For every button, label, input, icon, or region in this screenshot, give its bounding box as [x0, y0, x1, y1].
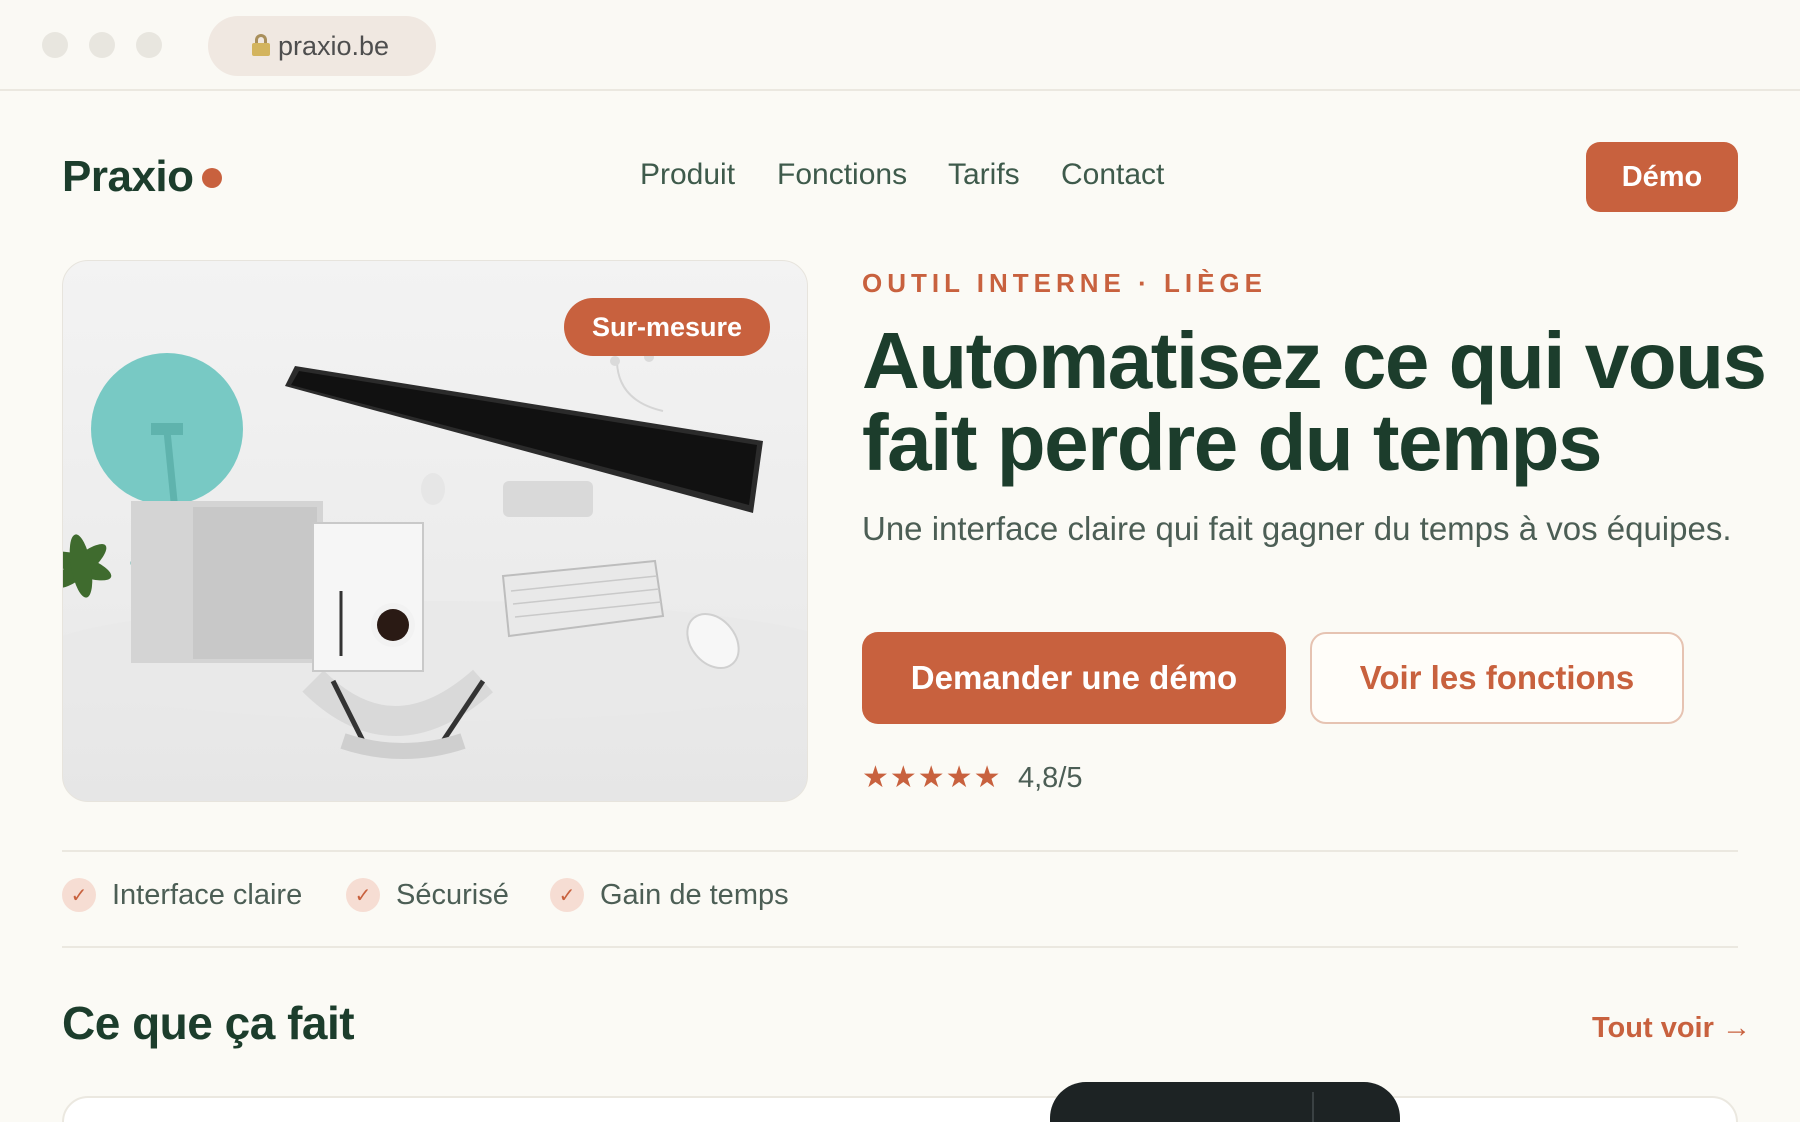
see-features-button[interactable]: Voir les fonctions — [1310, 632, 1684, 724]
url-text: praxio.be — [278, 30, 390, 61]
section-title: Ce que ça fait — [62, 997, 355, 1049]
divider — [62, 850, 1738, 852]
request-demo-button[interactable]: Demander une démo — [862, 632, 1286, 724]
window-maximize-button[interactable] — [136, 32, 162, 58]
hero-eyebrow: OUTIL INTERNE · LIÈGE — [862, 268, 1267, 298]
check-icon: ✓ — [346, 878, 380, 912]
divider — [62, 946, 1738, 948]
nav-link-produit[interactable]: Produit — [640, 158, 735, 192]
check-icon: ✓ — [550, 878, 584, 912]
browser-chrome: praxio.be — [0, 0, 1800, 91]
hero-subtitle: Une interface claire qui fait gagner du … — [862, 510, 1732, 547]
nav-link-fonctions[interactable]: Fonctions — [777, 158, 907, 192]
feature-item: ✓ Interface claire — [62, 878, 302, 912]
window-close-button[interactable] — [42, 32, 68, 58]
logo[interactable]: Praxio — [62, 152, 194, 202]
feature-label: Sécurisé — [396, 878, 509, 911]
rating-stars-icon: ★★★★★ — [862, 761, 1002, 794]
demo-button[interactable]: Démo — [1586, 142, 1738, 212]
window-minimize-button[interactable] — [89, 32, 115, 58]
check-icon: ✓ — [62, 878, 96, 912]
see-all-link[interactable]: Tout voir → — [1592, 1012, 1751, 1045]
nav-link-contact[interactable]: Contact — [1061, 158, 1164, 192]
logo-dot-icon — [202, 168, 222, 188]
feature-label: Gain de temps — [600, 878, 789, 911]
address-bar[interactable]: praxio.be — [208, 16, 436, 76]
nav-link-tarifs[interactable]: Tarifs — [948, 158, 1020, 192]
feature-card — [62, 1096, 1738, 1122]
custom-badge: Sur-mesure — [564, 298, 770, 356]
hero-headline: Automatisez ce qui vous fait perdre du t… — [862, 316, 1767, 487]
feature-item: ✓ Gain de temps — [550, 878, 789, 912]
rating-value: 4,8/5 — [1018, 762, 1083, 794]
lock-icon — [252, 34, 270, 56]
floating-toolbar[interactable] — [1050, 1082, 1400, 1122]
feature-label: Interface claire — [112, 878, 303, 911]
feature-item: ✓ Sécurisé — [346, 878, 509, 912]
